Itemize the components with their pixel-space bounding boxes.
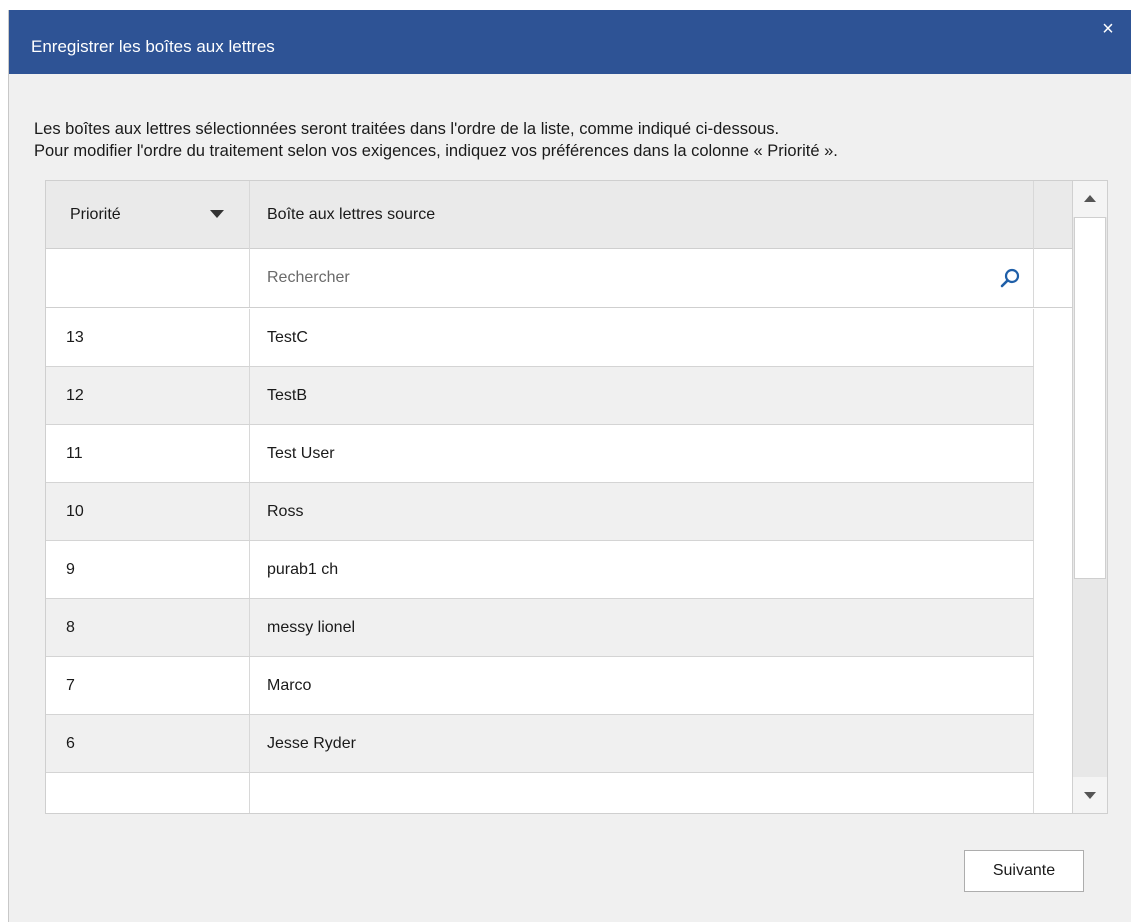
- mailbox-cell: [250, 773, 1034, 813]
- search-input[interactable]: [250, 249, 990, 307]
- priority-cell[interactable]: 6: [46, 715, 250, 772]
- mailbox-cell: TestB: [250, 367, 1034, 424]
- close-icon[interactable]: ×: [1097, 18, 1119, 40]
- table-row[interactable]: 11 Test User: [46, 425, 1034, 483]
- intro-line-2: Pour modifier l'ordre du traitement selo…: [34, 142, 838, 160]
- sort-desc-icon[interactable]: [210, 210, 224, 218]
- next-button[interactable]: Suivante: [964, 850, 1084, 892]
- table-row[interactable]: 13 TestC: [46, 309, 1034, 367]
- filter-row: [46, 249, 1072, 308]
- mailbox-cell: messy lionel: [250, 599, 1034, 656]
- intro-text: Les boîtes aux lettres sélectionnées ser…: [34, 118, 838, 162]
- mailbox-cell: Ross: [250, 483, 1034, 540]
- scroll-up-icon: [1084, 195, 1096, 202]
- mailbox-cell: Test User: [250, 425, 1034, 482]
- scroll-thumb[interactable]: [1074, 217, 1106, 579]
- column-header-priority-label: Priorité: [70, 206, 121, 223]
- priority-cell[interactable]: 11: [46, 425, 250, 482]
- table-row[interactable]: 10 Ross: [46, 483, 1034, 541]
- mailbox-cell: purab1 ch: [250, 541, 1034, 598]
- table-row[interactable]: 6 Jesse Ryder: [46, 715, 1034, 773]
- search-cell: [250, 249, 1034, 307]
- mailbox-cell: Marco: [250, 657, 1034, 714]
- mailbox-cell: Jesse Ryder: [250, 715, 1034, 772]
- table-row[interactable]: 8 messy lionel: [46, 599, 1034, 657]
- priority-filter-cell: [46, 249, 250, 307]
- priority-cell[interactable]: 13: [46, 309, 250, 366]
- table-row[interactable]: 9 purab1 ch: [46, 541, 1034, 599]
- table-row[interactable]: 12 TestB: [46, 367, 1034, 425]
- scroll-down-button[interactable]: [1073, 777, 1107, 813]
- search-icon[interactable]: [999, 267, 1021, 289]
- scroll-up-button[interactable]: [1073, 181, 1107, 217]
- title-bar: Enregistrer les boîtes aux lettres ×: [9, 10, 1131, 74]
- priority-cell[interactable]: [46, 773, 250, 813]
- priority-cell[interactable]: 8: [46, 599, 250, 656]
- table-body: 13 TestC 12 TestB 11 Test User 10 Ross 9…: [46, 309, 1034, 813]
- priority-cell[interactable]: 7: [46, 657, 250, 714]
- dialog-window: Enregistrer les boîtes aux lettres × Les…: [8, 10, 1131, 922]
- table-row[interactable]: 7 Marco: [46, 657, 1034, 715]
- table-row[interactable]: [46, 773, 1034, 813]
- dialog-title: Enregistrer les boîtes aux lettres: [31, 37, 275, 56]
- mailbox-priority-table: Priorité Boîte aux lettres source 13 Tes…: [45, 180, 1108, 814]
- column-header-priority[interactable]: Priorité: [46, 181, 250, 249]
- priority-cell[interactable]: 10: [46, 483, 250, 540]
- scroll-down-icon: [1084, 792, 1096, 799]
- intro-line-1: Les boîtes aux lettres sélectionnées ser…: [34, 120, 780, 138]
- mailbox-cell: TestC: [250, 309, 1034, 366]
- priority-cell[interactable]: 9: [46, 541, 250, 598]
- priority-cell[interactable]: 12: [46, 367, 250, 424]
- table-header: Priorité Boîte aux lettres source: [46, 181, 1072, 249]
- column-header-source[interactable]: Boîte aux lettres source: [250, 181, 1034, 249]
- vertical-scrollbar[interactable]: [1072, 181, 1107, 813]
